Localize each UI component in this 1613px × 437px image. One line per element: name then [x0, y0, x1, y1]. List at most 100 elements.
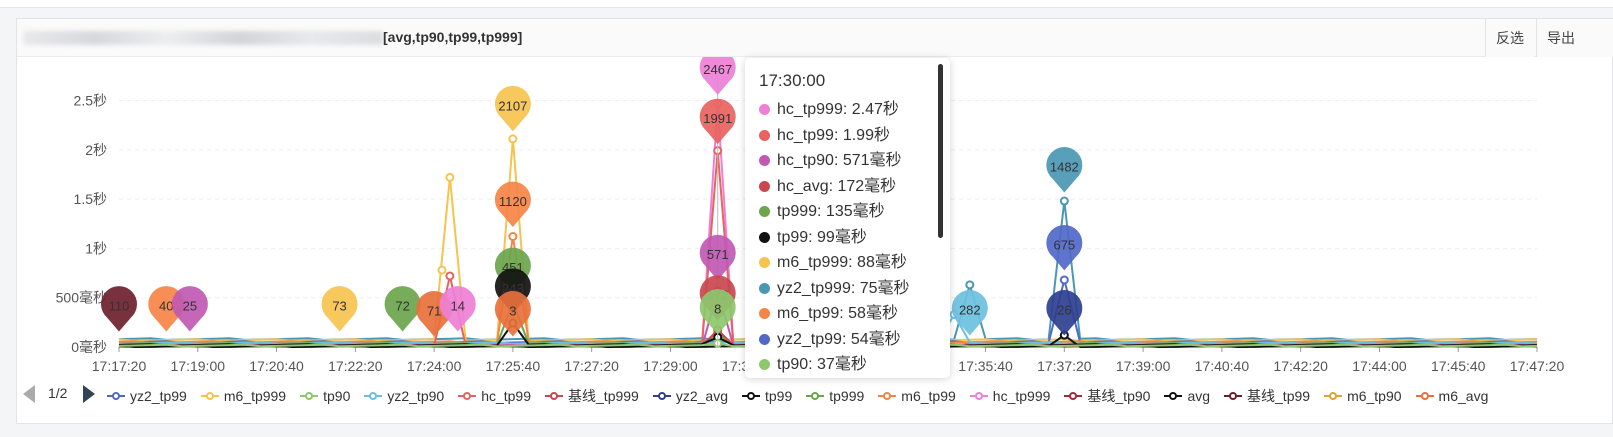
series-color-dot-icon — [759, 282, 770, 294]
tooltip-row: m6_tp99: 58毫秒 — [759, 301, 950, 327]
tooltip-row-text: yz2_tp99: 54毫秒 — [777, 330, 901, 348]
marker-label: 110 — [109, 299, 130, 314]
y-tick-label: 500毫秒 — [56, 290, 107, 306]
tooltip-row: hc_tp99: 1.99秒 — [759, 123, 950, 149]
x-tick-label: 17:29:00 — [643, 358, 698, 374]
x-tick-label: 17:45:40 — [1431, 358, 1486, 374]
invert-selection-button[interactable]: 反选 — [1485, 19, 1534, 57]
legend-item[interactable]: tp99 — [742, 386, 792, 406]
legend-item[interactable]: m6_tp999 — [200, 386, 287, 406]
panel-title: [avg,tp90,tp99,tp999] — [383, 29, 523, 45]
legend-item-label: m6_avg — [1438, 388, 1489, 404]
legend-item[interactable]: avg — [1164, 386, 1210, 406]
legend-item[interactable]: m6_tp99 — [878, 386, 956, 406]
top-strip — [0, 0, 1613, 8]
legend-item[interactable]: tp999 — [806, 386, 864, 406]
x-tick-label: 17:24:00 — [407, 358, 462, 374]
legend-line-icon — [300, 390, 319, 402]
legend-item[interactable]: 基线_tp999 — [545, 386, 639, 406]
tooltip-row: yz2_tp999: 75毫秒 — [759, 276, 950, 302]
tooltip-time: 17:30:00 — [759, 71, 826, 90]
legend-item-label: 基线_tp99 — [1247, 388, 1311, 404]
legend-line-icon — [1064, 390, 1083, 402]
y-tick-label: 2秒 — [85, 142, 107, 158]
tooltip-rows: hc_tp999: 2.47秒 hc_tp99: 1.99秒 hc_tp90: 57… — [759, 97, 950, 378]
marker-label: 73 — [332, 299, 346, 314]
x-tick-label: 17:40:40 — [1195, 358, 1250, 374]
legend-line-icon — [545, 390, 564, 402]
legend-item-label: 基线_tp999 — [568, 388, 639, 404]
legend-item-label: m6_tp90 — [1347, 388, 1402, 404]
series-color-dot-icon — [759, 333, 770, 345]
tooltip-row-text: tp90: 37毫秒 — [777, 356, 867, 373]
series-point — [508, 232, 518, 242]
series-point — [437, 265, 447, 275]
legend-item-label: 基线_tp90 — [1087, 388, 1151, 404]
marker-label: 2467 — [703, 62, 732, 77]
series-color-dot-icon — [759, 231, 770, 243]
legend-line-icon — [1224, 390, 1243, 402]
series-color-dot-icon — [759, 129, 770, 141]
legend-item[interactable]: yz2_tp99 — [107, 386, 187, 406]
legend-item[interactable]: yz2_tp90 — [364, 386, 444, 406]
legend-line-icon — [742, 390, 760, 402]
tooltip-row-text: hc_tp999: 2.47秒 — [777, 101, 899, 118]
marker-label: 571 — [707, 247, 729, 262]
legend-item-label: tp99 — [765, 388, 793, 404]
marker-label: 14 — [451, 299, 465, 314]
x-tick-label: 17:39:00 — [1116, 358, 1171, 374]
legend-item-label: tp90 — [323, 388, 351, 404]
y-tick-label: 0毫秒 — [71, 339, 107, 355]
marker-label: 40 — [159, 299, 173, 314]
series-point — [445, 271, 455, 281]
tooltip-row: hc_tp90: 571毫秒 — [759, 148, 950, 174]
x-tick-label: 17:25:40 — [486, 358, 541, 374]
marker-label: 3 — [509, 303, 516, 318]
tooltip-row-text: tp999: 135毫秒 — [777, 203, 885, 220]
legend-item-label: yz2_tp99 — [130, 388, 187, 404]
y-tick-label: 2.5秒 — [74, 92, 107, 108]
tooltip-scrollbar[interactable] — [938, 64, 943, 238]
series-color-dot-icon — [759, 206, 770, 217]
legend-item[interactable]: m6_tp90 — [1324, 386, 1402, 406]
legend-line-icon — [1164, 390, 1183, 402]
legend-line-icon — [806, 390, 825, 402]
legend-item[interactable]: yz2_avg — [652, 386, 728, 406]
marker-label: 8 — [714, 301, 721, 316]
legend-item[interactable]: tp90 — [300, 386, 350, 406]
tooltip-row: m6_tp999: 88毫秒 — [759, 250, 950, 276]
legend-items: yz2_tp99 m6_tp999 tp90 yz2_tp90 hc_tp99 基线_tp… — [107, 386, 1502, 406]
legend-prev-page-icon[interactable] — [23, 385, 35, 403]
y-tick-label: 1.5秒 — [74, 191, 107, 207]
legend-item[interactable]: m6_avg — [1415, 386, 1489, 406]
tooltip-row: hc_tp999: 2.47秒 — [759, 97, 950, 123]
legend-item[interactable]: 基线_tp90 — [1064, 386, 1150, 406]
legend-item[interactable]: hc_tp99 — [458, 386, 531, 406]
legend-item-label: avg — [1187, 388, 1211, 404]
tooltip-row: tp99: 99毫秒 — [759, 225, 950, 251]
legend-next-page-icon[interactable] — [83, 385, 95, 403]
export-button[interactable]: 导出 — [1536, 19, 1613, 57]
marker-label: 1120 — [499, 194, 527, 209]
tooltip-row-text: yz2_tp999: 75毫秒 — [777, 279, 910, 297]
series-color-dot-icon — [759, 257, 770, 268]
x-tick-label: 17:19:00 — [171, 358, 226, 374]
legend-line-icon — [652, 390, 671, 402]
x-tick-label: 17:37:20 — [1037, 358, 1092, 374]
marker-label: 26 — [1057, 302, 1071, 317]
legend-item-label: yz2_avg — [675, 388, 728, 404]
legend-line-icon — [364, 390, 383, 402]
legend-line-icon — [107, 390, 125, 402]
legend-item[interactable]: hc_tp999 — [969, 386, 1050, 406]
series-color-dot-icon — [759, 180, 770, 192]
legend-line-icon — [458, 390, 477, 402]
series-point — [445, 172, 455, 182]
y-tick-label: 1秒 — [85, 240, 107, 256]
x-tick-label: 17:42:20 — [1273, 358, 1328, 374]
legend-item-label: yz2_tp90 — [387, 388, 445, 404]
legend-item-label: m6_tp999 — [223, 388, 287, 404]
series-color-dot-icon — [759, 155, 770, 166]
tooltip-row-text: m6_tp99: 58毫秒 — [777, 305, 898, 322]
legend-item[interactable]: 基线_tp99 — [1224, 386, 1310, 406]
x-tick-label: 17:35:40 — [958, 358, 1013, 374]
